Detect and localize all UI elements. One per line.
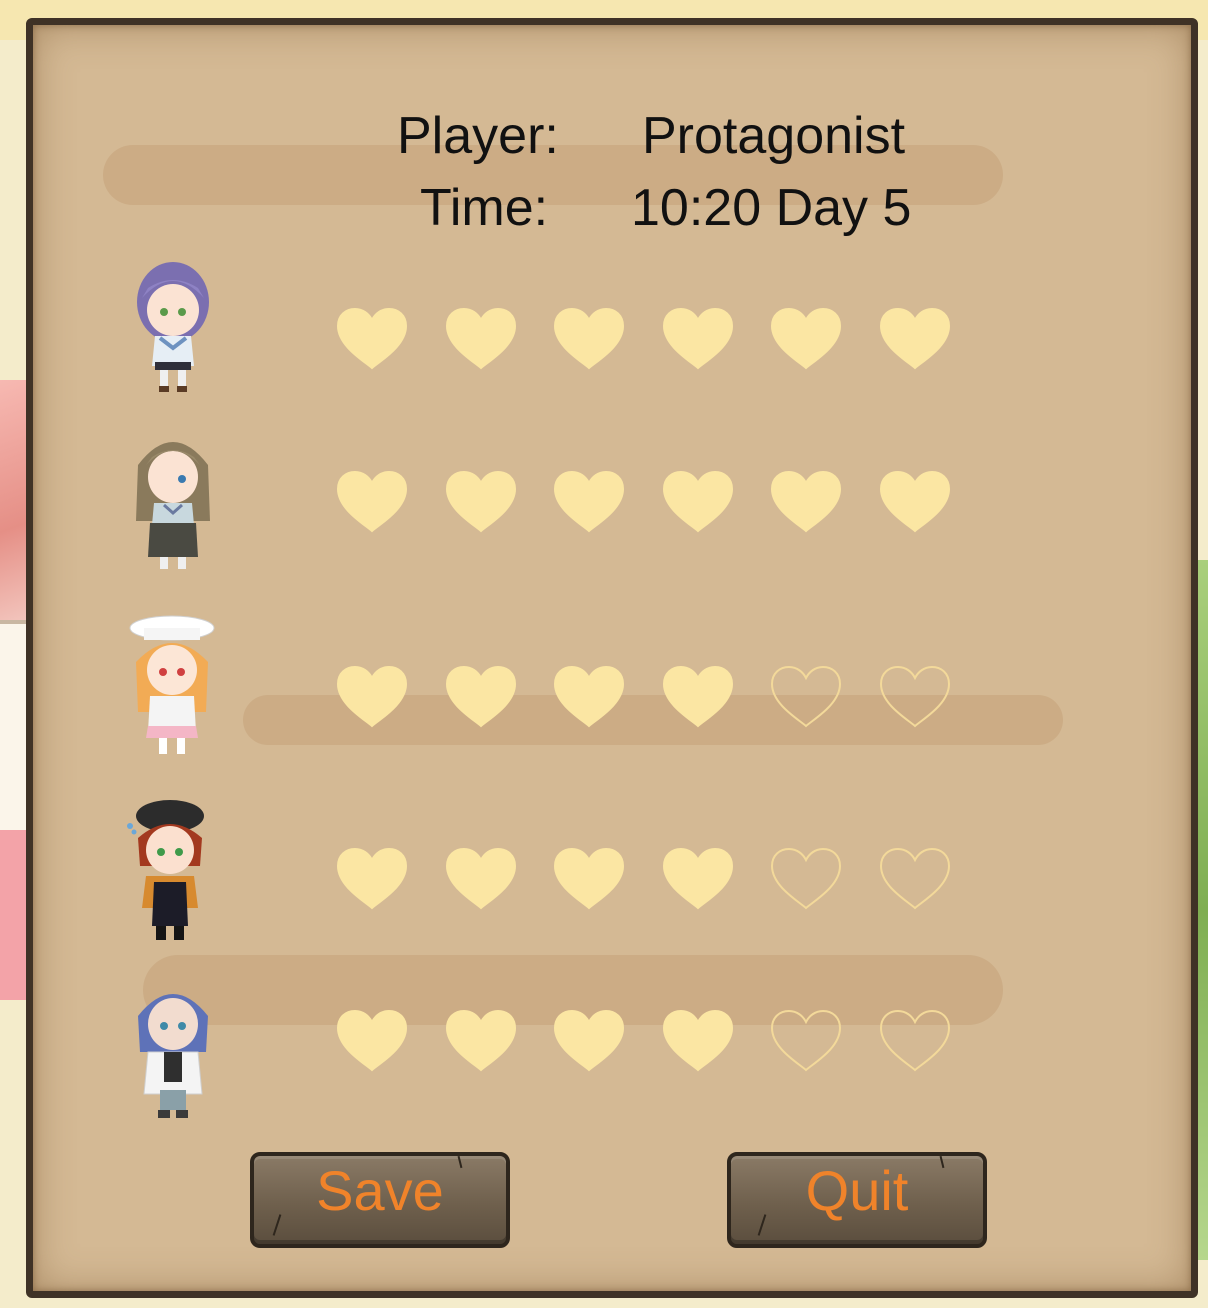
heart-empty-icon xyxy=(877,846,953,912)
character-portrait-3 xyxy=(126,614,216,760)
affection-hearts-2 xyxy=(334,469,959,535)
heart-filled-icon xyxy=(551,306,627,372)
heart-filled-icon xyxy=(877,469,953,535)
heart-empty-icon xyxy=(768,664,844,730)
game-screen: Player: Protagonist Time: 10:20 Day 5 Sa… xyxy=(0,0,1208,1308)
character-portrait-4 xyxy=(120,796,210,944)
heart-filled-icon xyxy=(660,306,736,372)
heart-filled-icon xyxy=(660,469,736,535)
heart-empty-icon xyxy=(768,846,844,912)
affection-hearts-3 xyxy=(334,664,959,730)
player-label: Player: xyxy=(397,107,559,165)
wood-crack xyxy=(272,1214,282,1236)
heart-filled-icon xyxy=(551,846,627,912)
heart-filled-icon xyxy=(334,664,410,730)
heart-filled-icon xyxy=(443,306,519,372)
wood-crack xyxy=(457,1155,463,1169)
character-portrait-1 xyxy=(128,258,218,394)
wood-crack xyxy=(939,1155,945,1169)
heart-filled-icon xyxy=(768,306,844,372)
heart-filled-icon xyxy=(334,306,410,372)
quit-button-label: Quit xyxy=(805,1159,909,1222)
character-portrait-5 xyxy=(128,972,218,1122)
character-portrait-2 xyxy=(128,425,218,575)
player-name: Protagonist xyxy=(642,107,906,165)
save-button[interactable]: Save xyxy=(250,1152,510,1248)
affection-hearts-5 xyxy=(334,1008,959,1074)
heart-empty-icon xyxy=(877,1008,953,1074)
heart-filled-icon xyxy=(660,664,736,730)
heart-filled-icon xyxy=(551,664,627,730)
heart-filled-icon xyxy=(551,469,627,535)
wood-crack xyxy=(757,1214,767,1236)
quit-button[interactable]: Quit xyxy=(727,1152,987,1248)
heart-filled-icon xyxy=(443,664,519,730)
time-label: Time: xyxy=(420,179,549,237)
save-button-label: Save xyxy=(316,1159,444,1222)
heart-filled-icon xyxy=(877,306,953,372)
heart-filled-icon xyxy=(660,846,736,912)
heart-filled-icon xyxy=(551,1008,627,1074)
heart-empty-icon xyxy=(768,1008,844,1074)
heart-filled-icon xyxy=(660,1008,736,1074)
heart-empty-icon xyxy=(877,664,953,730)
heart-filled-icon xyxy=(768,469,844,535)
time-value: 10:20 Day 5 xyxy=(631,179,912,237)
heart-filled-icon xyxy=(334,846,410,912)
affection-hearts-4 xyxy=(334,846,959,912)
heart-filled-icon xyxy=(334,469,410,535)
heart-filled-icon xyxy=(443,846,519,912)
affection-hearts-1 xyxy=(334,306,959,372)
heart-filled-icon xyxy=(443,1008,519,1074)
heart-filled-icon xyxy=(334,1008,410,1074)
heart-filled-icon xyxy=(443,469,519,535)
